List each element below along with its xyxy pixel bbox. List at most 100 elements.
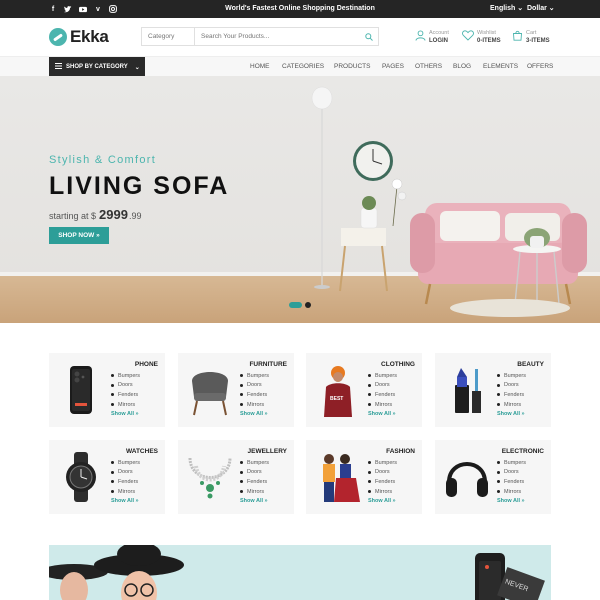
category-subitem[interactable]: Fenders [240, 390, 269, 400]
category-subitem[interactable]: Mirrors [497, 487, 526, 497]
nav-offers[interactable]: OFFERS [527, 63, 553, 70]
nav-elements[interactable]: ELEMENTS [483, 63, 518, 70]
category-subitem[interactable]: Mirrors [240, 400, 269, 410]
category-subitem[interactable]: Fenders [368, 390, 397, 400]
category-subitem[interactable]: Fenders [111, 390, 140, 400]
category-name[interactable]: FASHION [368, 448, 415, 455]
nav-blog[interactable]: BLOG [453, 63, 471, 70]
category-subitems: Bumpers Doors Fenders Mirrors [111, 458, 140, 496]
search-icon[interactable] [360, 32, 378, 41]
category-subitem[interactable]: Fenders [497, 390, 526, 400]
category-subitem[interactable]: Doors [497, 381, 526, 391]
nav-products[interactable]: PRODUCTS [334, 63, 370, 70]
nav-categories[interactable]: CATEGORIES [282, 63, 324, 70]
category-name[interactable]: PHONE [111, 361, 158, 368]
category-name[interactable]: BEAUTY [497, 361, 544, 368]
category-subitem[interactable]: Mirrors [240, 487, 269, 497]
category-card[interactable]: FURNITURE Bumpers Doors Fenders Mirrors Show … [178, 353, 294, 427]
slider-dot[interactable] [305, 302, 311, 308]
show-all-link[interactable]: Show All » [111, 411, 139, 417]
category-subitem[interactable]: Bumpers [368, 371, 397, 381]
category-subitem[interactable]: Doors [368, 468, 397, 478]
fashion-couple-image[interactable] [312, 450, 364, 504]
clothing-model-image[interactable]: BEST [312, 363, 364, 417]
cart-label: Cart [526, 30, 537, 36]
category-name[interactable]: JEWELLERY [240, 448, 288, 455]
language-select[interactable]: English ⌄ [490, 0, 523, 18]
category-subitem[interactable]: Mirrors [111, 487, 140, 497]
search-category-select[interactable]: Category [142, 28, 195, 45]
category-subitem[interactable]: Bumpers [111, 371, 140, 381]
category-subitem[interactable]: Mirrors [368, 487, 397, 497]
category-subitem[interactable]: Bumpers [240, 371, 269, 381]
show-all-link[interactable]: Show All » [497, 498, 525, 504]
category-subitem[interactable]: Doors [368, 381, 397, 391]
category-subitem[interactable]: Fenders [111, 477, 140, 487]
category-subitem[interactable]: Bumpers [240, 458, 269, 468]
cosmetics-image[interactable] [441, 363, 493, 417]
category-name[interactable]: FURNITURE [240, 361, 287, 368]
currency-label: Dollar [527, 5, 547, 12]
category-subitem[interactable]: Doors [240, 468, 269, 478]
category-card[interactable]: BEST CLOTHING Bumpers Doors Fenders Mirrors Sh… [306, 353, 422, 427]
wishlist-link[interactable]: Wishlist 0-ITEMS [462, 29, 501, 45]
show-all-link[interactable]: Show All » [111, 498, 139, 504]
category-subitem[interactable]: Mirrors [111, 400, 140, 410]
category-subitem[interactable]: Bumpers [111, 458, 140, 468]
category-subitem[interactable]: Doors [240, 381, 269, 391]
category-subitem[interactable]: Doors [111, 381, 140, 391]
category-card[interactable]: PHONE Bumpers Doors Fenders Mirrors Show All … [49, 353, 165, 427]
slider-dot-active[interactable] [289, 302, 302, 308]
category-card[interactable]: WATCHES Bumpers Doors Fenders Mirrors Show Al… [49, 440, 165, 514]
chair-image[interactable] [184, 363, 236, 417]
category-subitem[interactable]: Fenders [240, 477, 269, 487]
show-all-link[interactable]: Show All » [368, 411, 396, 417]
category-name[interactable]: ELECTRONIC [497, 448, 544, 455]
category-subitem[interactable]: Bumpers [368, 458, 397, 468]
search-bar: Category [141, 27, 379, 46]
show-all-link[interactable]: Show All » [497, 411, 525, 417]
show-all-link[interactable]: Show All » [240, 411, 268, 417]
currency-select[interactable]: Dollar ⌄ [527, 0, 555, 18]
nav-others[interactable]: OTHERS [415, 63, 442, 70]
category-subitem[interactable]: Mirrors [368, 400, 397, 410]
category-subitem[interactable]: Bumpers [497, 458, 526, 468]
nav-pages[interactable]: PAGES [382, 63, 404, 70]
nav-home[interactable]: HOME [250, 63, 270, 70]
necklace-image[interactable] [184, 450, 236, 504]
category-name[interactable]: CLOTHING [368, 361, 415, 368]
cart-link[interactable]: Cart 3-ITEMS [511, 29, 550, 45]
category-card[interactable]: JEWELLERY Bumpers Doors Fenders Mirrors Show … [178, 440, 294, 514]
category-name[interactable]: WATCHES [111, 448, 158, 455]
price-cents: .99 [128, 211, 142, 221]
logo[interactable]: Ekka [49, 27, 109, 47]
logo-text: Ekka [70, 27, 109, 46]
show-all-link[interactable]: Show All » [368, 498, 396, 504]
category-subitem[interactable]: Bumpers [497, 371, 526, 381]
category-subitem[interactable]: Doors [497, 468, 526, 478]
top-bar: f v World's Fastest Online Shopping Dest… [0, 0, 600, 18]
watch-image[interactable] [55, 450, 107, 504]
category-subitem[interactable]: Doors [111, 468, 140, 478]
wishlist-count: 0-ITEMS [477, 38, 501, 44]
cart-icon [511, 30, 523, 44]
headphones-image[interactable] [441, 450, 493, 504]
show-all-link[interactable]: Show All » [240, 498, 268, 504]
category-subitem[interactable]: Fenders [368, 477, 397, 487]
category-card[interactable]: FASHION Bumpers Doors Fenders Mirrors Show Al… [306, 440, 422, 514]
language-label: English [490, 5, 516, 12]
search-input[interactable] [195, 33, 360, 40]
shop-now-button[interactable]: SHOP NOW » [49, 227, 109, 244]
category-subitem[interactable]: Fenders [497, 477, 526, 487]
category-card[interactable]: ELECTRONIC Bumpers Doors Fenders Mirrors Show… [435, 440, 551, 514]
main-nav: SHOP BY CATEGORY ⌄ HOME CATEGORIES PRODU… [0, 56, 600, 77]
category-subitems: Bumpers Doors Fenders Mirrors [240, 371, 269, 409]
category-subitems: Bumpers Doors Fenders Mirrors [497, 371, 526, 409]
phone-image[interactable] [55, 363, 107, 417]
category-subitem[interactable]: Mirrors [497, 400, 526, 410]
promo-banner[interactable]: NEVER [49, 545, 551, 600]
category-card[interactable]: BEAUTY Bumpers Doors Fenders Mirrors Show All… [435, 353, 551, 427]
header: Ekka Category Account LOGIN Wishlist 0-I… [0, 18, 600, 56]
account-link[interactable]: Account LOGIN [414, 29, 449, 45]
hero-kicker: Stylish & Comfort [49, 154, 157, 166]
